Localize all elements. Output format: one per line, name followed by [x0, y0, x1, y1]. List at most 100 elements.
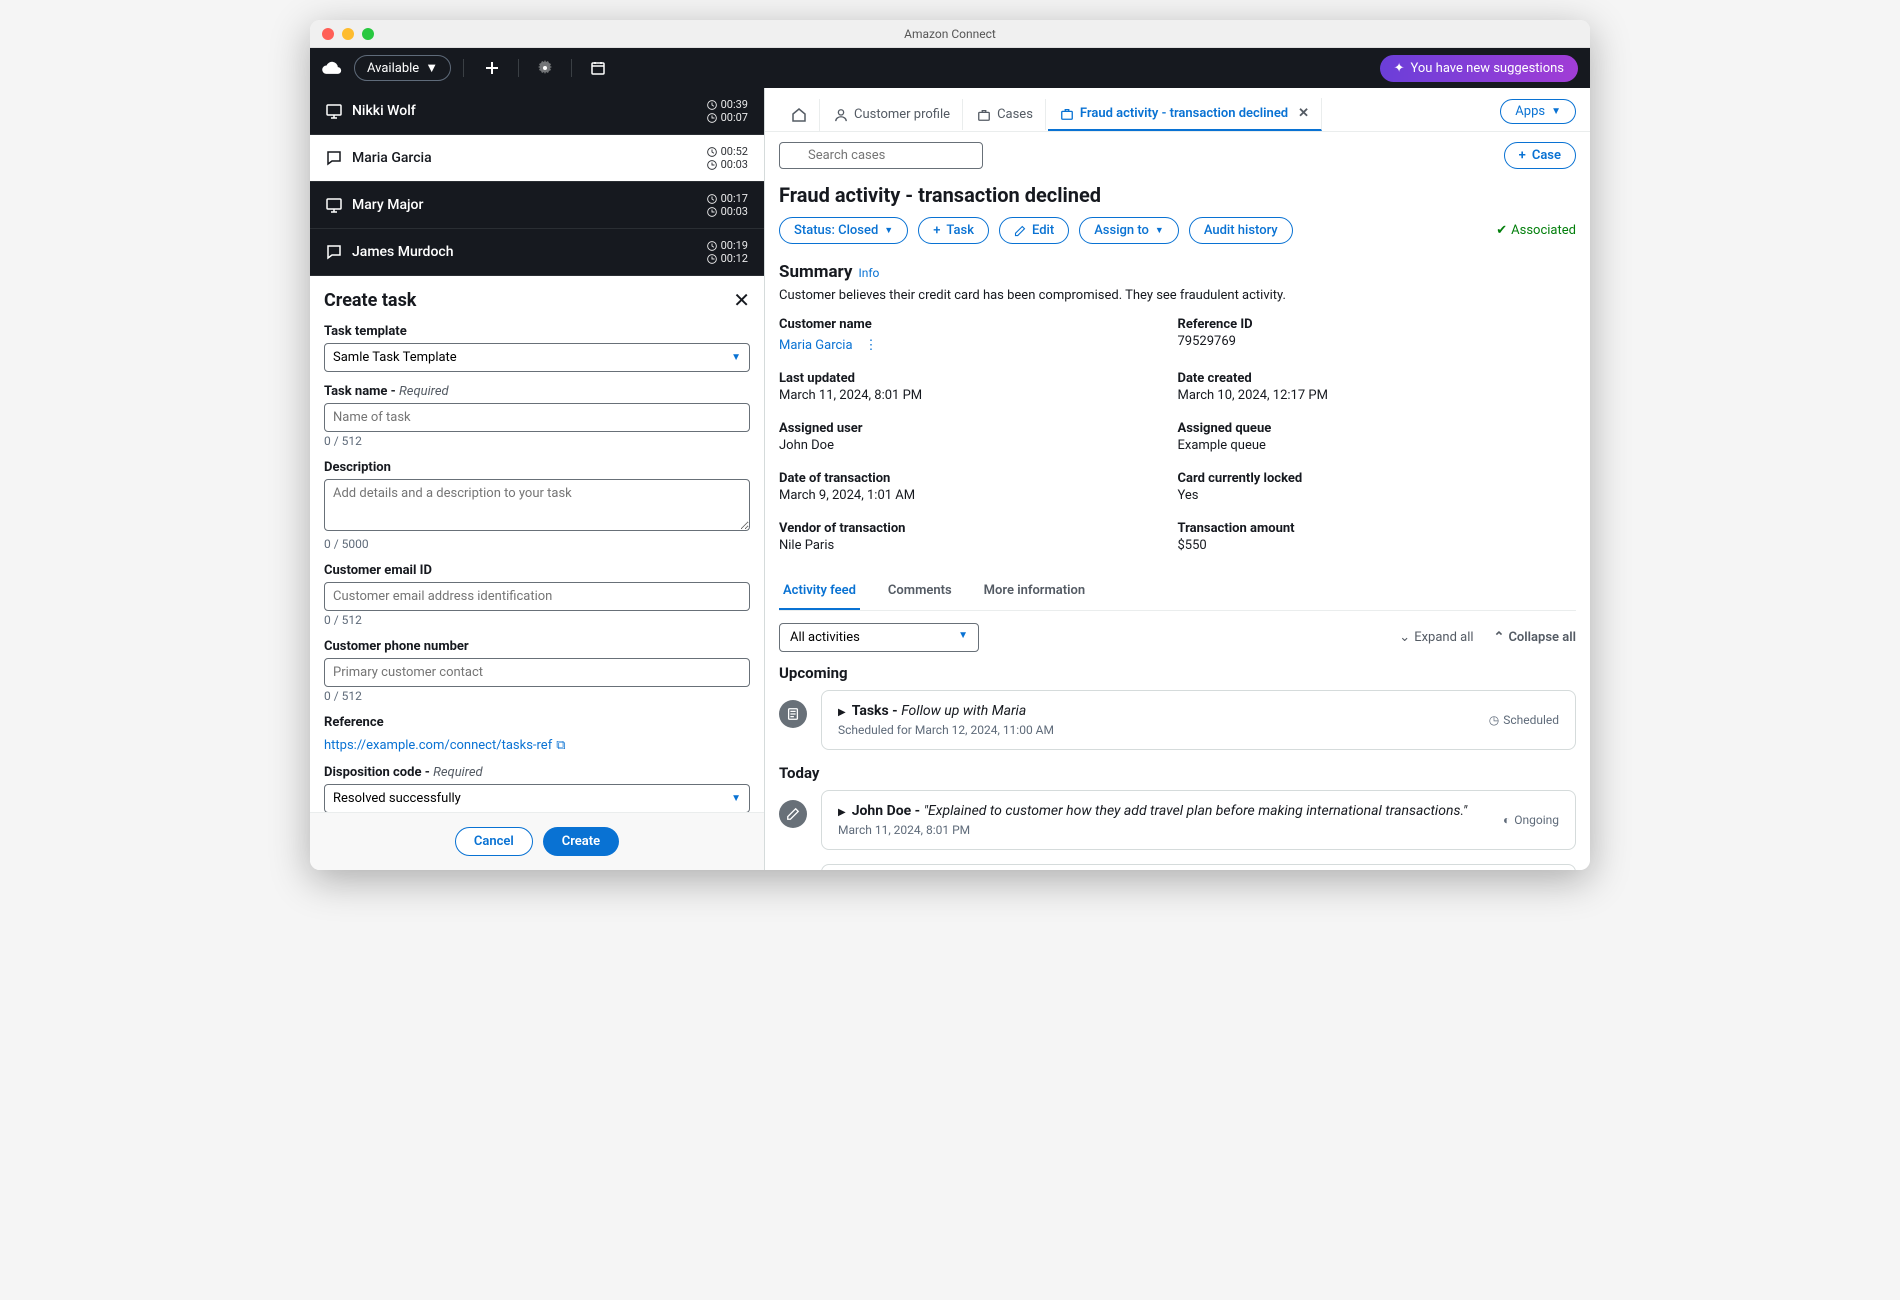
monitor-icon [326, 103, 342, 119]
audit-history-button[interactable]: Audit history [1189, 217, 1293, 244]
description-label: Description [324, 460, 750, 475]
phone-helper: 0 / 512 [324, 689, 750, 703]
user-icon [834, 108, 848, 122]
gear-icon[interactable] [537, 59, 553, 77]
availability-dropdown[interactable]: Available ▼ [354, 55, 451, 81]
description-helper: 0 / 5000 [324, 537, 750, 551]
field-key: Assigned user [779, 421, 1178, 436]
feed-card[interactable]: ▶Inbound call ✔Completed [821, 864, 1576, 870]
tab-label: Cases [997, 107, 1033, 122]
task-button[interactable]: +Task [918, 217, 989, 244]
cancel-button[interactable]: Cancel [455, 827, 533, 856]
field-key: Date created [1178, 371, 1577, 386]
field-value: Example queue [1178, 438, 1577, 453]
field-value: 79529769 [1178, 334, 1577, 349]
minimize-window-button[interactable] [342, 28, 354, 40]
feed-item: ▶Tasks - Follow up with Maria Scheduled … [779, 690, 1576, 750]
expand-all-button[interactable]: ⌄Expand all [1399, 630, 1473, 645]
chevron-down-icon: ▼ [958, 630, 968, 645]
status-scheduled: ◷Scheduled [1489, 703, 1559, 737]
contact-row[interactable]: Maria Garcia00:5200:03 [310, 135, 764, 182]
contact-timers: 00:1900:12 [707, 239, 748, 265]
task-icon [779, 700, 807, 728]
phone-input[interactable] [324, 658, 750, 687]
status-ongoing: ◐Ongoing [1503, 803, 1559, 837]
case-title: Fraud activity - transaction declined [779, 183, 1576, 207]
search-bar: +Case [765, 132, 1590, 179]
new-case-button[interactable]: +Case [1504, 142, 1576, 169]
status-dropdown[interactable]: Status: Closed▼ [779, 217, 908, 244]
search-cases-input[interactable] [779, 142, 983, 169]
contact-list: Nikki Wolf00:3900:07Maria Garcia00:5200:… [310, 88, 764, 276]
create-button[interactable]: Create [543, 827, 619, 856]
email-input[interactable] [324, 582, 750, 611]
subtab-more-information[interactable]: More information [980, 573, 1089, 610]
reference-label: Reference [324, 715, 750, 730]
contact-row[interactable]: Mary Major 00:1700:03 [310, 182, 764, 229]
audit-label: Audit history [1204, 223, 1278, 238]
collapse-all-button[interactable]: ⌃Collapse all [1494, 630, 1576, 645]
chevron-down-icon: ▼ [884, 225, 893, 236]
contact-name: James Murdoch [352, 244, 453, 260]
create-task-title: Create task [324, 290, 416, 311]
tab-home[interactable] [779, 99, 820, 131]
briefcase-icon [977, 108, 991, 122]
contact-name: Nikki Wolf [352, 103, 416, 119]
expand-triangle-icon[interactable]: ▶ [838, 707, 846, 718]
subtab-comments[interactable]: Comments [884, 573, 956, 610]
contact-row[interactable]: James Murdoch 00:1900:12 [310, 229, 764, 276]
contact-name: Mary Major [352, 197, 423, 213]
field-value: $550 [1178, 538, 1577, 553]
edit-note-icon [779, 800, 807, 828]
field-key: Last updated [779, 371, 1178, 386]
maximize-window-button[interactable] [362, 28, 374, 40]
feed-card[interactable]: ▶John Doe - "Explained to customer how t… [821, 790, 1576, 850]
close-window-button[interactable] [322, 28, 334, 40]
mac-titlebar: Amazon Connect [310, 20, 1590, 48]
suggestions-button[interactable]: ✦ You have new suggestions [1380, 55, 1578, 82]
description-input[interactable] [324, 479, 750, 531]
divider [463, 59, 464, 77]
assign-to-dropdown[interactable]: Assign to▼ [1079, 217, 1179, 244]
edit-button[interactable]: Edit [999, 217, 1069, 244]
customer-name-link[interactable]: Maria Garcia⋮ [779, 338, 878, 353]
chevron-down-icon: ▼ [1551, 106, 1561, 117]
feed-subtitle: Scheduled for March 12, 2024, 11:00 AM [838, 723, 1054, 737]
chat-icon [326, 150, 342, 166]
tab-label: Customer profile [854, 107, 950, 122]
more-options-icon[interactable]: ⋮ [865, 338, 878, 353]
app-logo-icon [322, 60, 342, 76]
task-template-select[interactable]: Samle Task Template ▼ [324, 343, 750, 372]
contact-row[interactable]: Nikki Wolf00:3900:07 [310, 88, 764, 135]
spinner-icon: ◐ [1503, 813, 1510, 827]
plus-icon[interactable] [484, 59, 500, 77]
subtab-activity-feed[interactable]: Activity feed [779, 573, 860, 610]
case-button-label: Case [1532, 148, 1561, 163]
task-template-label: Task template [324, 324, 750, 339]
plus-icon: + [933, 223, 940, 238]
tab-fraud-activity[interactable]: Fraud activity - transaction declined ✕ [1048, 98, 1322, 131]
tab-customer-profile[interactable]: Customer profile [822, 99, 963, 130]
tab-label: Fraud activity - transaction declined [1080, 106, 1288, 121]
reference-link[interactable]: https://example.com/connect/tasks-ref ⧉ [324, 738, 566, 753]
divider [571, 59, 572, 77]
disposition-select[interactable]: Resolved successfully ▼ [324, 784, 750, 812]
sparkle-icon: ✦ [1394, 61, 1405, 76]
field-key: Reference ID [1178, 317, 1577, 332]
expand-triangle-icon[interactable]: ▶ [838, 807, 846, 818]
apps-dropdown[interactable]: Apps▼ [1500, 99, 1576, 124]
contact-timers: 00:1700:03 [707, 192, 748, 218]
case-fields-grid: Customer nameMaria Garcia⋮ Reference ID7… [779, 317, 1576, 553]
feed-item: ▶Inbound call ✔Completed [779, 864, 1576, 870]
close-icon[interactable]: ✕ [733, 288, 750, 312]
feed-card[interactable]: ▶Tasks - Follow up with Maria Scheduled … [821, 690, 1576, 750]
info-link[interactable]: Info [858, 266, 879, 280]
tab-cases[interactable]: Cases [965, 99, 1046, 130]
chevron-up-icon: ⌃ [1494, 630, 1505, 645]
field-value: John Doe [779, 438, 1178, 453]
task-name-input[interactable] [324, 403, 750, 432]
calendar-icon[interactable] [590, 59, 606, 77]
activities-filter-dropdown[interactable]: All activities▼ [779, 623, 979, 652]
feed-group-today: Today [779, 764, 1576, 782]
close-tab-icon[interactable]: ✕ [1298, 106, 1309, 121]
